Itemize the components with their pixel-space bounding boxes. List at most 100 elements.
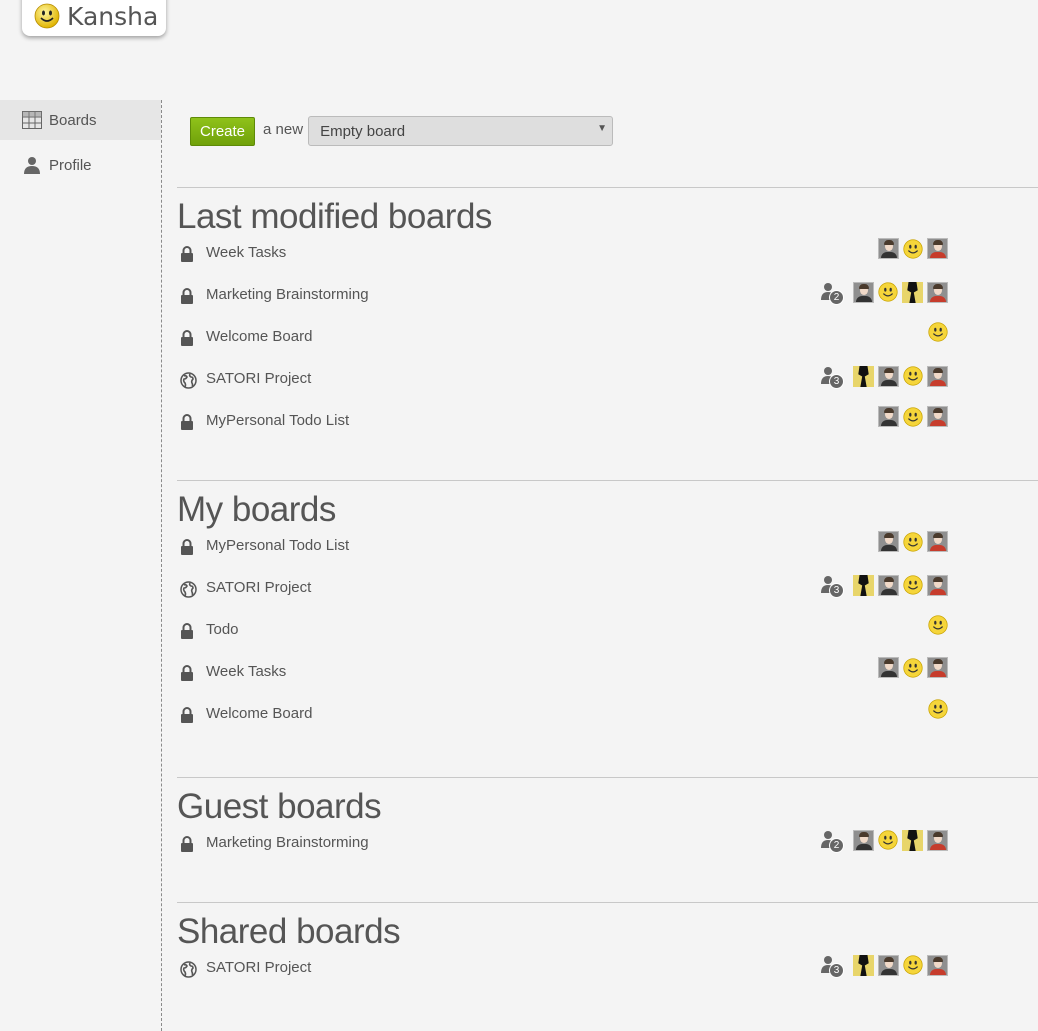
- board-name-link[interactable]: MyPersonal Todo List: [206, 412, 349, 429]
- avatar: [927, 574, 948, 596]
- create-board-bar: Create a new Empty board ▼: [190, 116, 614, 146]
- board-members: 3: [819, 953, 948, 978]
- board-template-select[interactable]: Empty board ▼: [308, 116, 614, 146]
- section-shared-boards: Shared boards SATORI Project 3: [177, 902, 1038, 1003]
- avatar-smiley-icon: [928, 615, 948, 635]
- lock-icon: [180, 623, 194, 639]
- smiley-logo-icon: [34, 3, 60, 29]
- sidebar-item-boards[interactable]: Boards: [0, 100, 161, 140]
- avatar-smiley-icon: [903, 955, 923, 975]
- avatar: [878, 406, 899, 427]
- board-members: 3: [819, 364, 948, 389]
- board-template-selected: Empty board: [320, 122, 406, 140]
- board-name-link[interactable]: Welcome Board: [206, 328, 312, 345]
- guest-count-badge[interactable]: 2: [819, 828, 847, 853]
- board-members: [874, 657, 948, 678]
- avatar: [902, 281, 923, 303]
- sidebar-item-label: Profile: [49, 156, 92, 174]
- avatar: [927, 281, 948, 303]
- board-row[interactable]: MyPersonal Todo List: [177, 406, 1038, 456]
- board-members: [874, 531, 948, 552]
- board-name-link[interactable]: MyPersonal Todo List: [206, 537, 349, 554]
- board-members: [924, 615, 948, 635]
- board-members: 2: [819, 828, 948, 853]
- guest-count: 3: [829, 583, 844, 598]
- chevron-down-icon: ▼: [597, 123, 608, 134]
- board-name-link[interactable]: Marketing Brainstorming: [206, 834, 369, 851]
- board-name-link[interactable]: Welcome Board: [206, 705, 312, 722]
- grid-icon: [22, 110, 42, 130]
- board-row[interactable]: Marketing Brainstorming 2: [177, 281, 1038, 330]
- avatar-smiley-icon: [928, 699, 948, 719]
- avatar: [853, 954, 874, 976]
- globe-icon: [180, 581, 197, 598]
- board-members: [924, 699, 948, 719]
- board-members: 2: [819, 280, 948, 305]
- board-members: [924, 322, 948, 342]
- create-button[interactable]: Create: [190, 116, 256, 146]
- app-name: Kansha: [67, 2, 159, 31]
- board-row[interactable]: Welcome Board: [177, 699, 1038, 749]
- avatar-smiley-icon: [903, 575, 923, 595]
- avatar: [878, 531, 899, 552]
- avatar: [927, 365, 948, 387]
- avatar-smiley-icon: [903, 531, 923, 552]
- create-connector-text: a new: [263, 120, 304, 138]
- board-name-link[interactable]: SATORI Project: [206, 370, 311, 387]
- avatar: [853, 829, 874, 851]
- avatar: [878, 657, 899, 678]
- lock-icon: [180, 330, 194, 346]
- guest-count-badge[interactable]: 3: [819, 573, 847, 598]
- avatar: [853, 281, 874, 303]
- board-members: 3: [819, 573, 948, 598]
- guest-count-badge[interactable]: 3: [819, 364, 847, 389]
- avatar: [878, 954, 899, 976]
- lock-icon: [180, 539, 194, 555]
- user-icon: [22, 155, 42, 175]
- guest-count-badge[interactable]: 2: [819, 280, 847, 305]
- guest-count: 3: [829, 963, 844, 978]
- avatar-smiley-icon: [928, 322, 948, 342]
- avatar: [902, 829, 923, 851]
- avatar: [853, 365, 874, 387]
- board-name-link[interactable]: SATORI Project: [206, 959, 311, 976]
- avatar: [878, 365, 899, 387]
- board-name-link[interactable]: Todo: [206, 621, 239, 638]
- avatar: [878, 574, 899, 596]
- sidebar-item-label: Boards: [49, 111, 97, 129]
- board-row[interactable]: SATORI Project 3: [177, 574, 1038, 623]
- avatar-smiley-icon: [878, 282, 898, 302]
- avatar: [927, 829, 948, 851]
- avatar-smiley-icon: [878, 830, 898, 850]
- board-name-link[interactable]: Week Tasks: [206, 663, 286, 680]
- avatar: [927, 238, 948, 259]
- avatar-smiley-icon: [903, 366, 923, 386]
- guest-count: 2: [829, 838, 844, 853]
- avatar-smiley-icon: [903, 657, 923, 678]
- lock-icon: [180, 414, 194, 430]
- avatar-smiley-icon: [903, 406, 923, 427]
- board-name-link[interactable]: SATORI Project: [206, 579, 311, 596]
- board-name-link[interactable]: Marketing Brainstorming: [206, 286, 369, 303]
- avatar: [878, 238, 899, 259]
- avatar: [927, 531, 948, 552]
- globe-icon: [180, 961, 197, 978]
- section-my-boards: My boards MyPersonal Todo List SATORI Proj…: [177, 480, 1038, 749]
- avatar-smiley-icon: [903, 238, 923, 259]
- lock-icon: [180, 665, 194, 681]
- board-name-link[interactable]: Week Tasks: [206, 244, 286, 261]
- lock-icon: [180, 288, 194, 304]
- avatar: [927, 657, 948, 678]
- guest-count-badge[interactable]: 3: [819, 953, 847, 978]
- sidebar: Boards Profile: [0, 100, 162, 1031]
- app-logo[interactable]: Kansha: [22, 0, 166, 36]
- lock-icon: [180, 707, 194, 723]
- board-members: [874, 238, 948, 259]
- avatar: [927, 954, 948, 976]
- board-row[interactable]: Week Tasks: [177, 657, 1038, 707]
- guest-count: 2: [829, 290, 844, 305]
- board-row[interactable]: SATORI Project 3: [177, 954, 1038, 1003]
- sidebar-item-profile[interactable]: Profile: [0, 145, 161, 185]
- avatar: [927, 406, 948, 427]
- board-row[interactable]: Marketing Brainstorming 2: [177, 829, 1038, 878]
